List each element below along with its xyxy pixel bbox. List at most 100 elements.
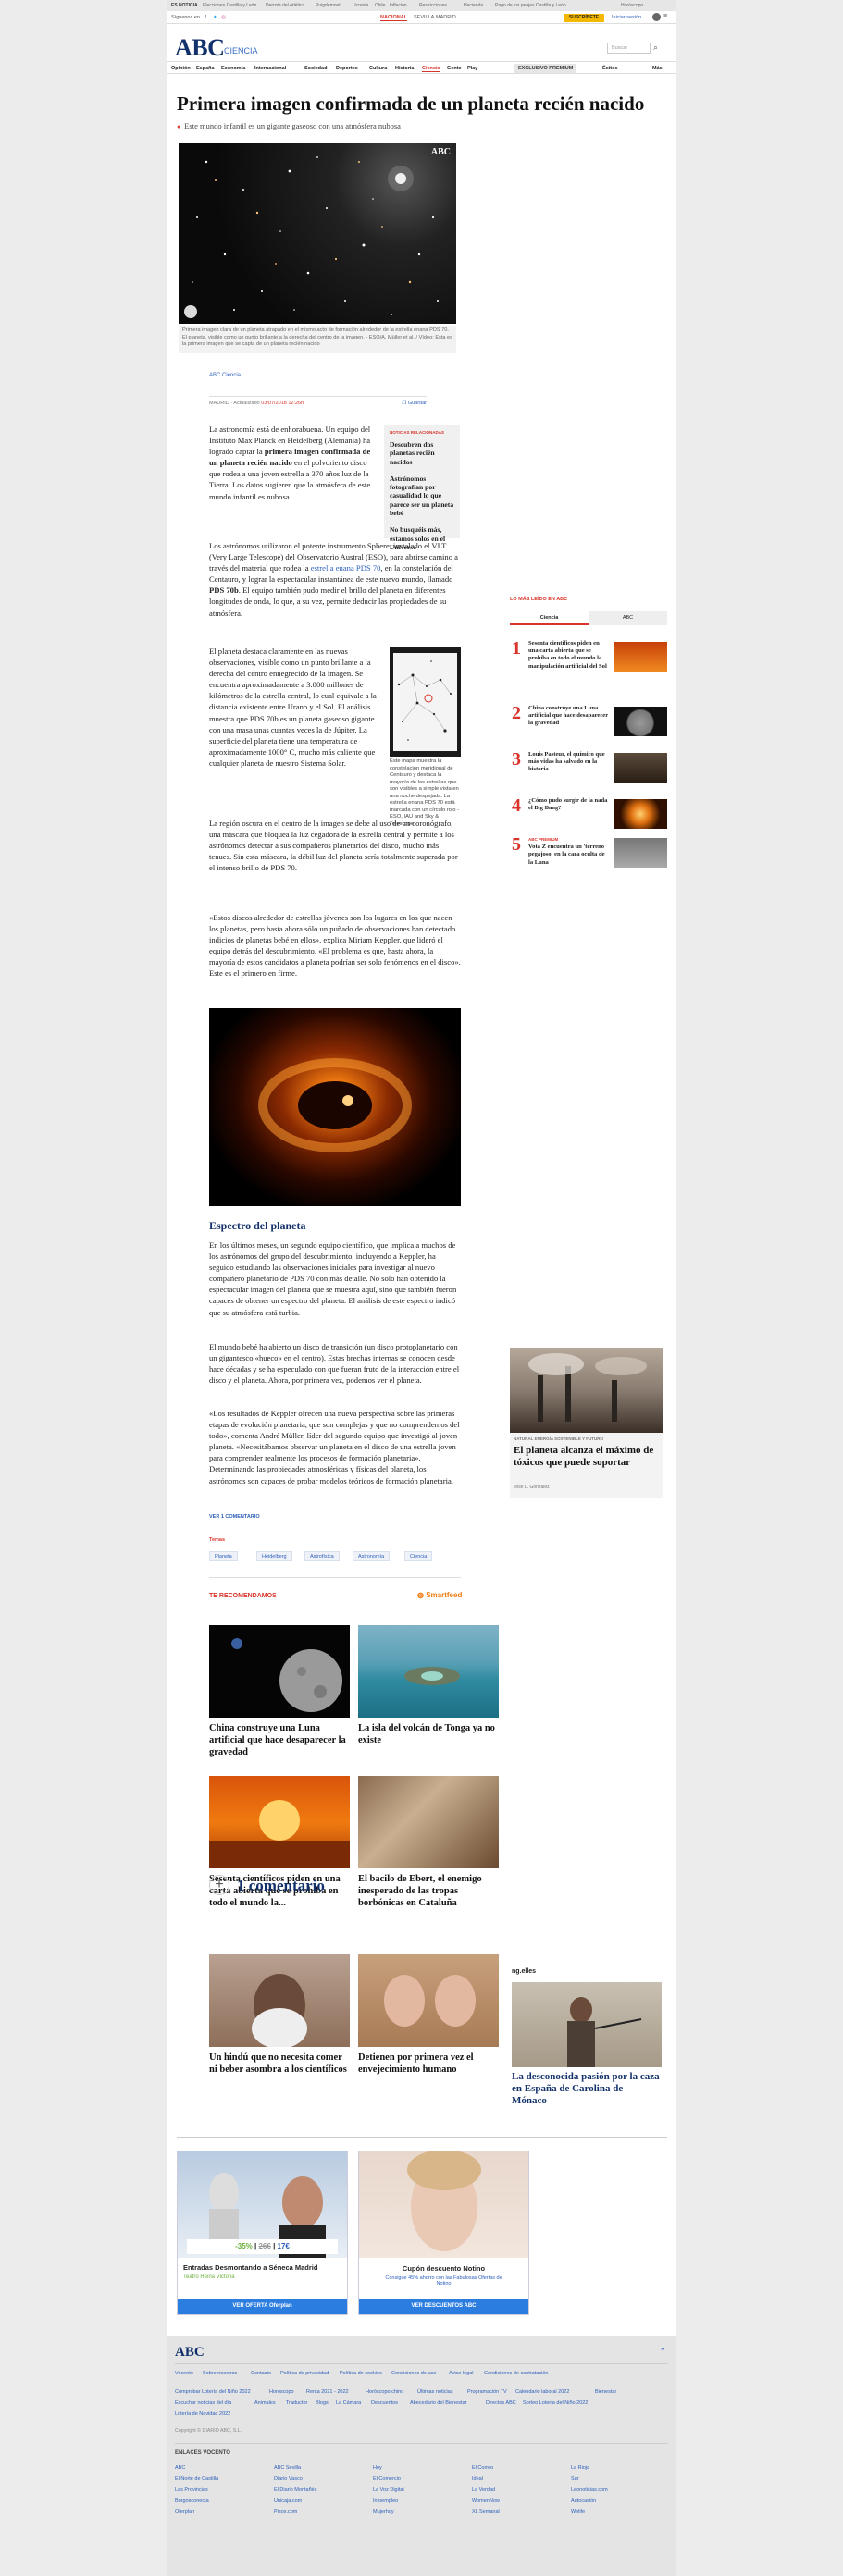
strip-link[interactable]: Inflación bbox=[390, 3, 407, 8]
footer-link[interactable]: Aviso legal bbox=[449, 2371, 474, 2376]
hero-image[interactable]: ABC bbox=[179, 143, 456, 324]
smartfeed-logo[interactable]: ◍ Smartfeed bbox=[417, 1591, 462, 1599]
footer-link[interactable]: Últimas noticias bbox=[417, 2389, 453, 2395]
footer-link[interactable]: Animales bbox=[254, 2400, 276, 2406]
vocento-link[interactable]: La Voz Digital bbox=[373, 2487, 404, 2493]
most-read-title[interactable]: China construye una Luna artificial que … bbox=[528, 705, 610, 728]
edition-nacional[interactable]: NACIONAL bbox=[380, 15, 408, 21]
footer-link[interactable]: Traductor bbox=[286, 2400, 307, 2406]
footer-link[interactable]: Lotería de Navidad 2022 bbox=[175, 2411, 230, 2417]
most-read-thumb[interactable] bbox=[614, 753, 667, 783]
section-name[interactable]: CIENCIA bbox=[224, 46, 258, 55]
most-read-title[interactable]: Sesenta científicos piden en una carta a… bbox=[528, 640, 610, 671]
edition-sevilla[interactable]: SEVILLA bbox=[414, 15, 434, 20]
add-comment-button[interactable]: + bbox=[209, 1875, 229, 1895]
sidebar-card-image[interactable] bbox=[510, 1348, 663, 1433]
most-read-thumb[interactable] bbox=[614, 838, 667, 868]
footer-link[interactable]: Descuentos bbox=[371, 2400, 398, 2406]
footer-link[interactable]: Condiciones de uso bbox=[391, 2371, 436, 2376]
footer-link[interactable]: Política de privacidad bbox=[280, 2371, 329, 2376]
strip-link[interactable]: Chile bbox=[375, 3, 385, 8]
card-image[interactable] bbox=[209, 1776, 350, 1868]
most-read-thumb[interactable] bbox=[614, 707, 667, 736]
footer-link[interactable]: Horóscopo chino bbox=[366, 2389, 403, 2395]
vocento-link[interactable]: Burgosconecta bbox=[175, 2498, 209, 2504]
nav-item[interactable]: Play bbox=[467, 66, 477, 71]
vocento-link[interactable]: El Diario Montañés bbox=[274, 2487, 316, 2493]
card-image[interactable] bbox=[358, 1625, 499, 1718]
inline-link[interactable]: estrella enana PDS 70 bbox=[311, 563, 381, 573]
card-title[interactable]: China construye una Luna artificial que … bbox=[209, 1722, 350, 1758]
tab-abc[interactable]: ABC bbox=[589, 611, 667, 625]
footer-link[interactable]: Renta 2021 - 2022 bbox=[306, 2389, 349, 2395]
card-image[interactable] bbox=[209, 1625, 350, 1718]
footer-link[interactable]: Contacto bbox=[251, 2371, 271, 2376]
strip-link[interactable]: Pago de los peajes Castilla y León bbox=[495, 3, 566, 8]
footer-link[interactable]: Blogs bbox=[316, 2400, 329, 2406]
strip-link[interactable]: Puigdemont bbox=[316, 3, 341, 8]
card-image[interactable] bbox=[358, 1776, 499, 1868]
ad-title[interactable]: Entradas Desmontando a Séneca Madrid bbox=[183, 2263, 317, 2272]
ad-offer-button[interactable]: VER OFERTA Oferplan bbox=[178, 2299, 347, 2314]
ad-image[interactable]: -35% | 26€ | 17€ bbox=[178, 2151, 347, 2258]
most-read-title[interactable]: Louis Pasteur, el químico que más vidas … bbox=[528, 751, 610, 774]
footer-link[interactable]: Condiciones de contratación bbox=[484, 2371, 548, 2376]
nav-item[interactable]: Deportes bbox=[336, 66, 358, 71]
login-link[interactable]: Iniciar sesión bbox=[612, 15, 641, 20]
nav-item[interactable]: Cultura bbox=[369, 66, 387, 71]
card-title[interactable]: El bacilo de Ebert, el enemigo inesperad… bbox=[358, 1873, 499, 1909]
nav-item[interactable]: España bbox=[196, 66, 215, 71]
exclusive-premium[interactable]: EXCLUSIVO PREMIUM bbox=[514, 64, 577, 73]
vocento-link[interactable]: Welife bbox=[571, 2509, 585, 2515]
vocento-link[interactable]: Oferplan bbox=[175, 2509, 194, 2515]
sidebar-card[interactable]: ng.elles La desconocida pasión por la ca… bbox=[510, 1968, 663, 2116]
footer-link[interactable]: Comprobar Lotería del Niño 2022 bbox=[175, 2389, 251, 2395]
save-button[interactable]: ❒ Guardar bbox=[402, 401, 427, 406]
vocento-link[interactable]: Unicaja.com bbox=[274, 2498, 302, 2504]
vocento-link[interactable]: El Comercio bbox=[373, 2476, 401, 2482]
most-read-item[interactable]: 4 ¿Cómo pudo surgir de la nada el Big Ba… bbox=[510, 795, 667, 840]
strip-link[interactable]: Derrota del Atlético bbox=[266, 3, 304, 8]
menu-icon[interactable]: ≡ bbox=[663, 13, 667, 19]
footer-link[interactable]: Programación TV bbox=[467, 2389, 507, 2395]
subscribe-button[interactable]: SUSCRÍBETE bbox=[564, 14, 604, 22]
vocento-link[interactable]: WomenNow bbox=[472, 2498, 500, 2504]
twitter-icon[interactable]: ✦ bbox=[213, 15, 217, 20]
sidebar-card-title[interactable]: La desconocida pasión por la caza en Esp… bbox=[512, 2071, 660, 2107]
related-item[interactable]: Descubren dos planetas recién nacidos bbox=[390, 440, 454, 466]
most-read-title[interactable]: ABC PREMIUM Vota Z encuentra un 'terreno… bbox=[528, 836, 610, 867]
constellation-map[interactable] bbox=[390, 647, 461, 757]
vocento-link[interactable]: Ideal bbox=[472, 2476, 483, 2482]
vocento-link[interactable]: El Correo bbox=[472, 2465, 493, 2471]
sidebar-card-title[interactable]: El planeta alcanza el máximo de tóxicos … bbox=[514, 1445, 660, 1469]
vocento-link[interactable]: Diario Vasco bbox=[274, 2476, 303, 2482]
facebook-icon[interactable]: f bbox=[205, 15, 206, 20]
strip-link[interactable]: Horóscopo bbox=[621, 3, 643, 8]
vocento-link[interactable]: La Verdad bbox=[472, 2487, 495, 2493]
author-link[interactable]: ABC Ciencia bbox=[209, 373, 241, 378]
abc-logo[interactable]: ABC bbox=[175, 34, 225, 62]
view-comments-link[interactable]: VER 1 COMENTARIO bbox=[209, 1514, 260, 1520]
user-icon[interactable] bbox=[652, 13, 661, 21]
planet-disk-image[interactable] bbox=[209, 1008, 461, 1206]
scroll-top-icon[interactable]: ⌃ bbox=[659, 2347, 666, 2357]
vocento-link[interactable]: Mujerhoy bbox=[373, 2509, 394, 2515]
ad-discount-button[interactable]: VER DESCUENTOS ABC bbox=[359, 2299, 528, 2314]
footer-link[interactable]: La Cámara bbox=[336, 2400, 361, 2406]
card-image[interactable] bbox=[209, 1954, 350, 2047]
sidebar-card[interactable]: NATURAL ENERGÍA SOSTENIBLE Y FUTURO El p… bbox=[510, 1348, 663, 1498]
footer-link[interactable]: Vocento bbox=[175, 2371, 193, 2376]
card-image[interactable] bbox=[358, 1954, 499, 2047]
nav-item[interactable]: Sociedad bbox=[304, 66, 327, 71]
footer-link[interactable]: Sorteo Lotería del Niño 2022 bbox=[523, 2400, 588, 2406]
vocento-link[interactable]: Sur bbox=[571, 2476, 579, 2482]
strip-link[interactable]: Restricciones bbox=[419, 3, 447, 8]
nav-item[interactable]: Gente bbox=[447, 66, 462, 71]
topic-tag[interactable]: Planeta bbox=[209, 1551, 238, 1561]
most-read-item[interactable]: 3 Louis Pasteur, el químico que más vida… bbox=[510, 749, 667, 794]
vocento-link[interactable]: ABC bbox=[175, 2465, 185, 2471]
footer-link[interactable]: Bienestar bbox=[595, 2389, 616, 2395]
vocento-link[interactable]: ABC Sevilla bbox=[274, 2465, 301, 2471]
vocento-link[interactable]: Hoy bbox=[373, 2465, 382, 2471]
topic-tag[interactable]: Heidelberg bbox=[256, 1551, 292, 1561]
